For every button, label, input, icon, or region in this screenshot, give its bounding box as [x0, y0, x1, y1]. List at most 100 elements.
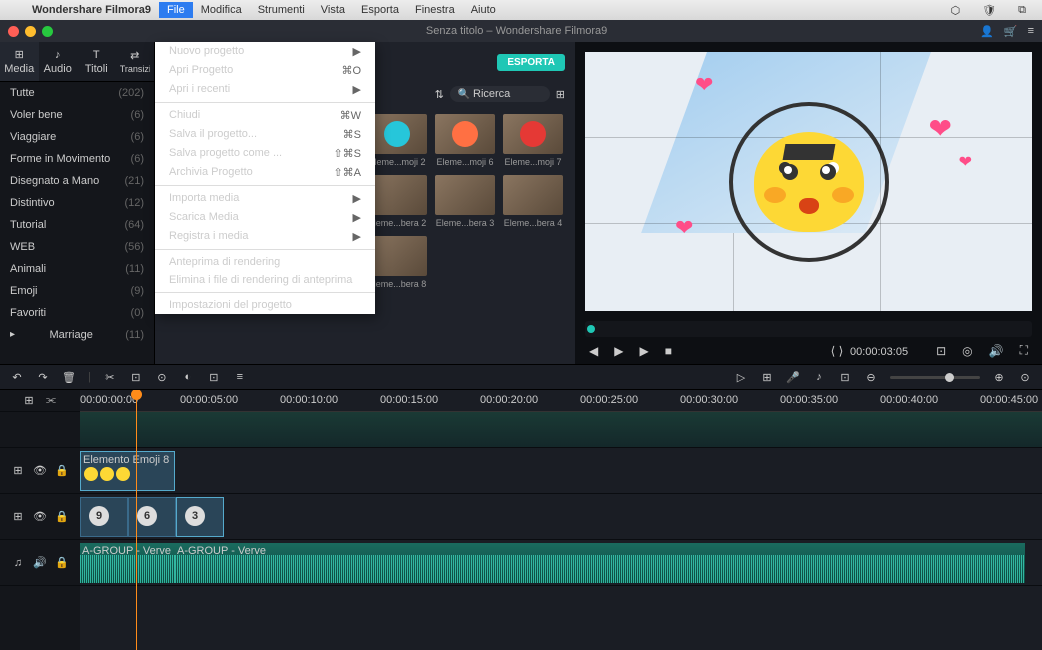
- link-icon[interactable]: ⫘: [44, 394, 58, 407]
- category-disegnato-a-mano[interactable]: Disegnato a Mano(21): [0, 170, 154, 192]
- menu-file[interactable]: File: [159, 2, 193, 18]
- track-settings-icon[interactable]: ⊞: [11, 510, 25, 523]
- track-lock-icon[interactable]: 🔒: [55, 556, 69, 569]
- category-voler-bene[interactable]: Voler bene(6): [0, 104, 154, 126]
- media-thumb[interactable]: Eleme...bera 4: [503, 175, 563, 228]
- track-visible-icon[interactable]: 👁: [33, 510, 47, 523]
- media-thumb[interactable]: Eleme...moji 2: [367, 114, 427, 167]
- marker-icon[interactable]: ▷: [734, 371, 748, 384]
- category-distintivo[interactable]: Distintivo(12): [0, 192, 154, 214]
- volume-icon[interactable]: 🔊: [989, 344, 1004, 358]
- more-icon[interactable]: ≡: [233, 371, 247, 383]
- menu-vista[interactable]: Vista: [313, 4, 353, 16]
- menu-item-archivia-progetto[interactable]: Archivia Progetto⇧⌘A: [155, 163, 375, 182]
- menu-item-salva-il-progetto-[interactable]: Salva il progetto...⌘S: [155, 125, 375, 144]
- audio-clip-2[interactable]: A-GROUP - Verve: [175, 543, 1025, 583]
- media-thumb[interactable]: Eleme...bera 8: [367, 236, 427, 289]
- sort-icon[interactable]: ⇅: [435, 88, 444, 101]
- mic-icon[interactable]: 🎤: [786, 371, 800, 384]
- video-track-1[interactable]: 9 6 3: [80, 494, 1042, 540]
- track-lock-icon[interactable]: 🔒: [55, 464, 69, 477]
- audio-track-icon[interactable]: ♫: [11, 557, 25, 569]
- category-tutte[interactable]: Tutte(202): [0, 82, 154, 104]
- menu-item-nuovo-progetto[interactable]: Nuovo progetto▶: [155, 42, 375, 61]
- menu-item-apri-i-recenti[interactable]: Apri i recenti▶: [155, 80, 375, 99]
- clip-3[interactable]: 3: [176, 497, 224, 537]
- mixer-icon[interactable]: ⊞: [760, 371, 774, 384]
- preview-canvas[interactable]: ❤ ❤ ❤ ❤: [585, 52, 1032, 311]
- tab-media[interactable]: ⊞Media: [0, 42, 39, 81]
- category-favoriti[interactable]: Favoriti(0): [0, 302, 154, 324]
- track-lock-icon[interactable]: 🔒: [55, 510, 69, 523]
- category-web[interactable]: WEB(56): [0, 236, 154, 258]
- tab-transizione[interactable]: ⇄Transizione: [116, 42, 155, 81]
- track-settings-icon[interactable]: ⊞: [11, 464, 25, 477]
- menu-item-scarica-media[interactable]: Scarica Media▶: [155, 208, 375, 227]
- media-thumb[interactable]: Eleme...moji 6: [435, 114, 495, 167]
- music-icon[interactable]: ♪: [812, 371, 826, 383]
- category-emoji[interactable]: Emoji(9): [0, 280, 154, 302]
- stop-button[interactable]: ■: [665, 344, 672, 358]
- clip-1[interactable]: 9: [80, 497, 128, 537]
- menu-aiuto[interactable]: Aiuto: [463, 4, 504, 16]
- menu-item-apri-progetto[interactable]: Apri Progetto⌘O: [155, 61, 375, 80]
- menu-item-chiudi[interactable]: Chiudi⌘W: [155, 106, 375, 125]
- zoom-slider[interactable]: [890, 376, 980, 379]
- fullscreen-icon[interactable]: ⛶: [1020, 343, 1028, 358]
- app-name[interactable]: Wondershare Filmora9: [24, 4, 159, 16]
- emoji-element[interactable]: [754, 132, 864, 232]
- search-input[interactable]: 🔍 Ricerca: [450, 86, 550, 102]
- play-button-2[interactable]: ▶: [639, 344, 648, 358]
- menu-modifica[interactable]: Modifica: [193, 4, 250, 16]
- undo-icon[interactable]: ↶: [10, 371, 24, 384]
- category-animali[interactable]: Animali(11): [0, 258, 154, 280]
- playhead[interactable]: [136, 390, 137, 650]
- audio-track[interactable]: A-GROUP - Verve A-GROUP - Verve: [80, 540, 1042, 586]
- media-thumb[interactable]: Eleme...moji 7: [503, 114, 563, 167]
- redo-icon[interactable]: ↷: [36, 371, 50, 384]
- display-icon[interactable]: ⊡: [936, 344, 946, 358]
- render-icon[interactable]: ⊡: [838, 371, 852, 384]
- clip-emoji[interactable]: Elemento Emoji 8: [80, 451, 175, 491]
- delete-icon[interactable]: 🗑: [62, 371, 76, 384]
- menu-item-salva-progetto-come-[interactable]: Salva progetto come ...⇧⌘S: [155, 144, 375, 163]
- color-icon[interactable]: ◐: [181, 371, 195, 383]
- traffic-lights[interactable]: [8, 26, 53, 37]
- track-mute-icon[interactable]: 🔊: [33, 556, 47, 569]
- category-forme-in-movimento[interactable]: Forme in Movimento(6): [0, 148, 154, 170]
- timeline-ruler[interactable]: 00:00:00:0000:00:05:0000:00:10:0000:00:1…: [80, 390, 1042, 412]
- zoom-fit-icon[interactable]: ⊙: [1018, 371, 1032, 384]
- menu-esporta[interactable]: Esporta: [353, 4, 407, 16]
- prev-frame-button[interactable]: ◀: [589, 344, 598, 358]
- preview-scrubber[interactable]: [585, 321, 1032, 337]
- cut-icon[interactable]: ✂: [103, 371, 117, 384]
- menu-strumenti[interactable]: Strumenti: [250, 4, 313, 16]
- media-thumb[interactable]: Eleme...bera 3: [435, 175, 495, 228]
- tracks-icon[interactable]: ⊞: [22, 394, 36, 407]
- snapshot-icon[interactable]: ◎: [962, 344, 972, 358]
- video-track-2[interactable]: Elemento Emoji 8: [80, 448, 1042, 494]
- menu-item-importa-media[interactable]: Importa media▶: [155, 189, 375, 208]
- menu-finestra[interactable]: Finestra: [407, 4, 463, 16]
- grid-view-icon[interactable]: ⊞: [556, 88, 565, 101]
- menu-item-registra-i-media[interactable]: Registra i media▶: [155, 227, 375, 246]
- category-viaggiare[interactable]: Viaggiare(6): [0, 126, 154, 148]
- system-menubar: Wondershare Filmora9 File Modifica Strum…: [0, 0, 1042, 20]
- speed-icon[interactable]: ⊙: [155, 371, 169, 384]
- audio-clip-1[interactable]: A-GROUP - Verve: [80, 543, 175, 583]
- menu-item-impostazioni-del-progetto[interactable]: Impostazioni del progetto: [155, 296, 375, 314]
- play-button[interactable]: ▶: [614, 344, 623, 358]
- media-thumb[interactable]: Eleme...bera 2: [367, 175, 427, 228]
- menu-item-elimina-i-file-di-rendering-di-anteprima[interactable]: Elimina i file di rendering di anteprima: [155, 271, 375, 289]
- category-tutorial[interactable]: Tutorial(64): [0, 214, 154, 236]
- track-visible-icon[interactable]: 👁: [33, 464, 47, 477]
- category-marriage[interactable]: Marriage(11): [0, 324, 154, 346]
- crop-icon[interactable]: ⊡: [207, 371, 221, 384]
- export-button[interactable]: ESPORTA: [497, 54, 565, 71]
- edit-icon[interactable]: ⊡: [129, 371, 143, 384]
- titlebar-tools[interactable]: 👤🛒≡: [980, 25, 1034, 38]
- tab-titoli[interactable]: TTitoli: [77, 42, 116, 81]
- tab-audio[interactable]: ♪Audio: [39, 42, 78, 81]
- zoom-in-icon[interactable]: ⊕: [992, 371, 1006, 384]
- zoom-out-icon[interactable]: ⊖: [864, 371, 878, 384]
